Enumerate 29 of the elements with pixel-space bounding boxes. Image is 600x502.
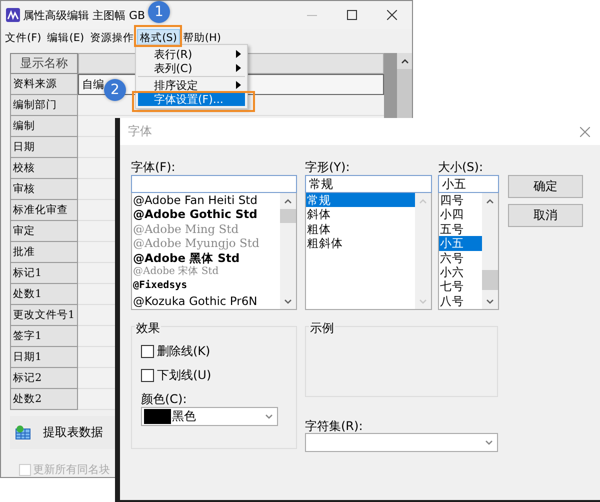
group-title: 效果 [135,320,161,337]
field-label: 字形(Y): [305,159,351,175]
row-header: 审核 [10,179,78,200]
row-header: 处数1 [10,284,78,305]
field-label: 字符集(R): [305,418,364,433]
group-title: 示例 [309,320,335,337]
row-header: 标准化审查 [10,200,78,221]
row-header: 更改文件号1 [10,305,78,326]
checkbox-label: 删除线(K) [157,342,210,360]
field-label: 字体(F): [131,159,176,175]
column-header: 显示名称 [10,53,78,74]
row-header: 标记2 [10,368,78,389]
row-header: 编制部门 [10,95,78,116]
row-header: 资料来源 [10,74,78,95]
dialog-title: 字体 [128,123,152,140]
checkbox-label: 更新所有同名块 [33,462,110,477]
field-label: 颜色(C): [141,391,188,407]
checkbox-label: 下划线(U) [157,366,212,384]
row-header: 编制 [10,116,78,137]
row-header: 标记1 [10,263,78,284]
field-label: 大小(S): [438,159,484,175]
row-header: 日期 [10,137,78,158]
row-header: 校核 [10,158,78,179]
row-header: 批准 [10,242,78,263]
row-header: 处数2 [10,389,78,410]
row-header: 日期1 [10,347,78,368]
window-title: 属性高级编辑 主图幅 GB [23,8,146,22]
row-header: 审定 [10,221,78,242]
row-header: 签字1 [10,326,78,347]
